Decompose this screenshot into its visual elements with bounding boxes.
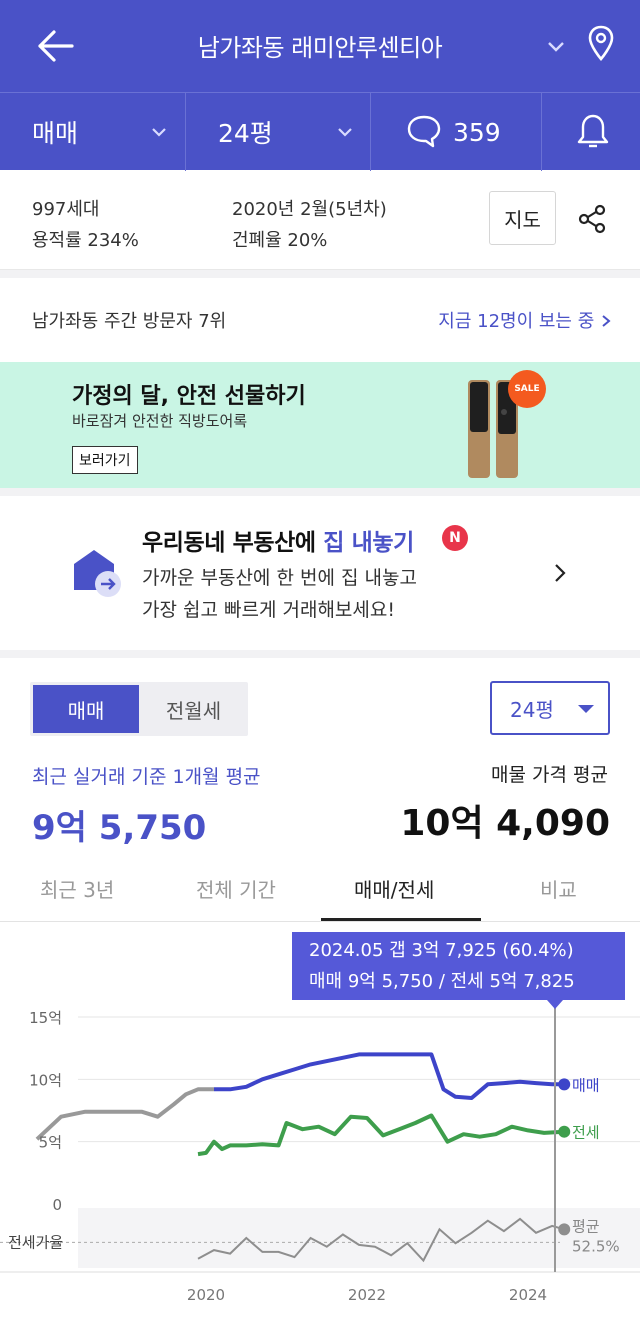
share-icon[interactable] <box>578 204 608 234</box>
size-label: 24평 <box>218 119 273 148</box>
chevron-down-icon[interactable] <box>150 123 168 141</box>
recent-average-label: 최근 실거래 기준 1개월 평균 <box>32 766 261 788</box>
divider <box>541 93 542 171</box>
floor-area-ratio: 용적률 234% <box>32 230 139 251</box>
filter-bar: 매매 24평 359 <box>0 92 640 171</box>
x-tick-label: 2022 <box>348 1286 386 1304</box>
bell-icon[interactable] <box>576 111 610 151</box>
tab-sale-jeonse[interactable]: 매매/전세 <box>354 874 434 903</box>
ad-banner[interactable]: 가정의 달, 안전 선물하기 바로잠겨 안전한 직방도어록 보러가기 SALE <box>0 362 640 488</box>
tab-compare[interactable]: 비교 <box>540 874 577 903</box>
chart-size-label: 24평 <box>510 697 554 722</box>
chevron-down-icon[interactable] <box>546 36 566 56</box>
tab-all-period[interactable]: 전체 기간 <box>196 874 276 903</box>
sale-badge: SALE <box>508 370 546 408</box>
section-divider <box>0 488 640 496</box>
jeonse-end-marker <box>558 1125 571 1138</box>
chevron-right-icon <box>602 315 611 327</box>
divider <box>370 93 371 171</box>
jeonse-series-label: 전세 <box>572 1124 600 1142</box>
tooltip-line-2: 매매 9억 5,750 / 전세 5억 7,825 <box>309 971 575 992</box>
x-tick-label: 2024 <box>509 1286 547 1304</box>
x-tick-label: 2020 <box>187 1286 225 1304</box>
trade-type-select[interactable]: 매매 <box>32 93 78 171</box>
chart-size-select[interactable]: 24평 <box>490 681 610 735</box>
asking-average-value: 10억 4,090 <box>400 803 610 844</box>
promo-title: 우리동네 부동산에 집 내놓기 <box>142 523 414 557</box>
banner-subtitle: 바로잠겨 안전한 직방도어록 <box>72 412 248 430</box>
y-tick-label: 5억 <box>39 1134 62 1152</box>
current-viewers: 지금 12명이 보는 중 <box>438 311 600 332</box>
y-tick-label: 15억 <box>29 1009 62 1027</box>
trade-segment: 매매 전월세 <box>30 682 248 736</box>
asking-average-label: 매물 가격 평균 <box>491 764 608 786</box>
current-viewers-link[interactable]: 지금 12명이 보는 중 <box>438 307 612 333</box>
segment-sale[interactable]: 매매 <box>33 685 139 733</box>
sale-series-label: 매매 <box>572 1076 600 1094</box>
section-divider <box>0 270 640 278</box>
dropdown-triangle-icon <box>578 705 594 713</box>
top-bar: 남가좌동 래미안루센티아 <box>0 0 640 92</box>
households: 997세대 <box>32 199 100 220</box>
jeonse-line <box>197 1113 565 1157</box>
ratio-end-marker <box>558 1223 571 1236</box>
visitor-rank-row[interactable]: 남가좌동 주간 방문자 7위 지금 12명이 보는 중 <box>0 278 640 354</box>
promo-title-prefix: 우리동네 부동산에 <box>142 530 324 556</box>
y-tick-label: 0 <box>52 1196 62 1214</box>
banner-title: 가정의 달, 안전 선물하기 <box>72 384 306 409</box>
comment-count[interactable]: 359 <box>453 93 501 171</box>
sale-line <box>214 1052 565 1100</box>
promo-title-accent: 집 내놓기 <box>323 530 414 556</box>
sale-end-marker <box>558 1078 571 1091</box>
price-chart[interactable]: 2024.05 갭 3억 7,925 (60.4%) 매매 9억 5,750 /… <box>0 922 640 1332</box>
list-property-promo[interactable]: 우리동네 부동산에 집 내놓기 N 가까운 부동산에 한 번에 집 내놓고 가장… <box>0 496 640 650</box>
segment-rent[interactable]: 전월세 <box>142 685 245 733</box>
promo-line-2: 가장 쉽고 빠르게 거래해보세요! <box>142 599 395 621</box>
active-tab-indicator <box>321 918 481 921</box>
divider <box>185 93 186 171</box>
banner-button[interactable]: 보러가기 <box>72 446 138 474</box>
house-arrow-icon <box>74 550 121 597</box>
trade-type-label: 매매 <box>32 119 79 148</box>
page-title[interactable]: 남가좌동 래미안루센티아 <box>0 28 640 63</box>
comment-icon[interactable] <box>406 113 442 149</box>
visitor-rank: 남가좌동 주간 방문자 7위 <box>32 311 227 332</box>
location-pin-icon[interactable] <box>586 24 616 64</box>
ratio-axis-label: 전세가율 <box>8 1233 63 1251</box>
average-value: 52.5% <box>572 1237 620 1255</box>
chart-tabs: 최근 3년 전체 기간 매매/전세 비교 <box>0 860 640 922</box>
recent-average-value: 9억 5,750 <box>32 808 207 848</box>
map-button[interactable]: 지도 <box>489 191 556 245</box>
chevron-down-icon[interactable] <box>336 123 354 141</box>
building-coverage-ratio: 건폐율 20% <box>232 230 328 251</box>
tab-recent-3y[interactable]: 최근 3년 <box>40 874 114 903</box>
y-tick-label: 10억 <box>29 1071 62 1089</box>
tooltip-line-1: 2024.05 갭 3억 7,925 (60.4%) <box>309 940 574 961</box>
new-badge: N <box>442 525 468 551</box>
size-select[interactable]: 24평 <box>218 93 273 171</box>
sale-history-line <box>35 1087 214 1141</box>
promo-line-1: 가까운 부동산에 한 번에 집 내놓고 <box>142 567 417 589</box>
section-divider <box>0 650 640 658</box>
average-label: 평균 <box>572 1217 600 1235</box>
chevron-right-icon <box>555 564 566 582</box>
completion-date: 2020년 2월(5년차) <box>232 199 387 220</box>
